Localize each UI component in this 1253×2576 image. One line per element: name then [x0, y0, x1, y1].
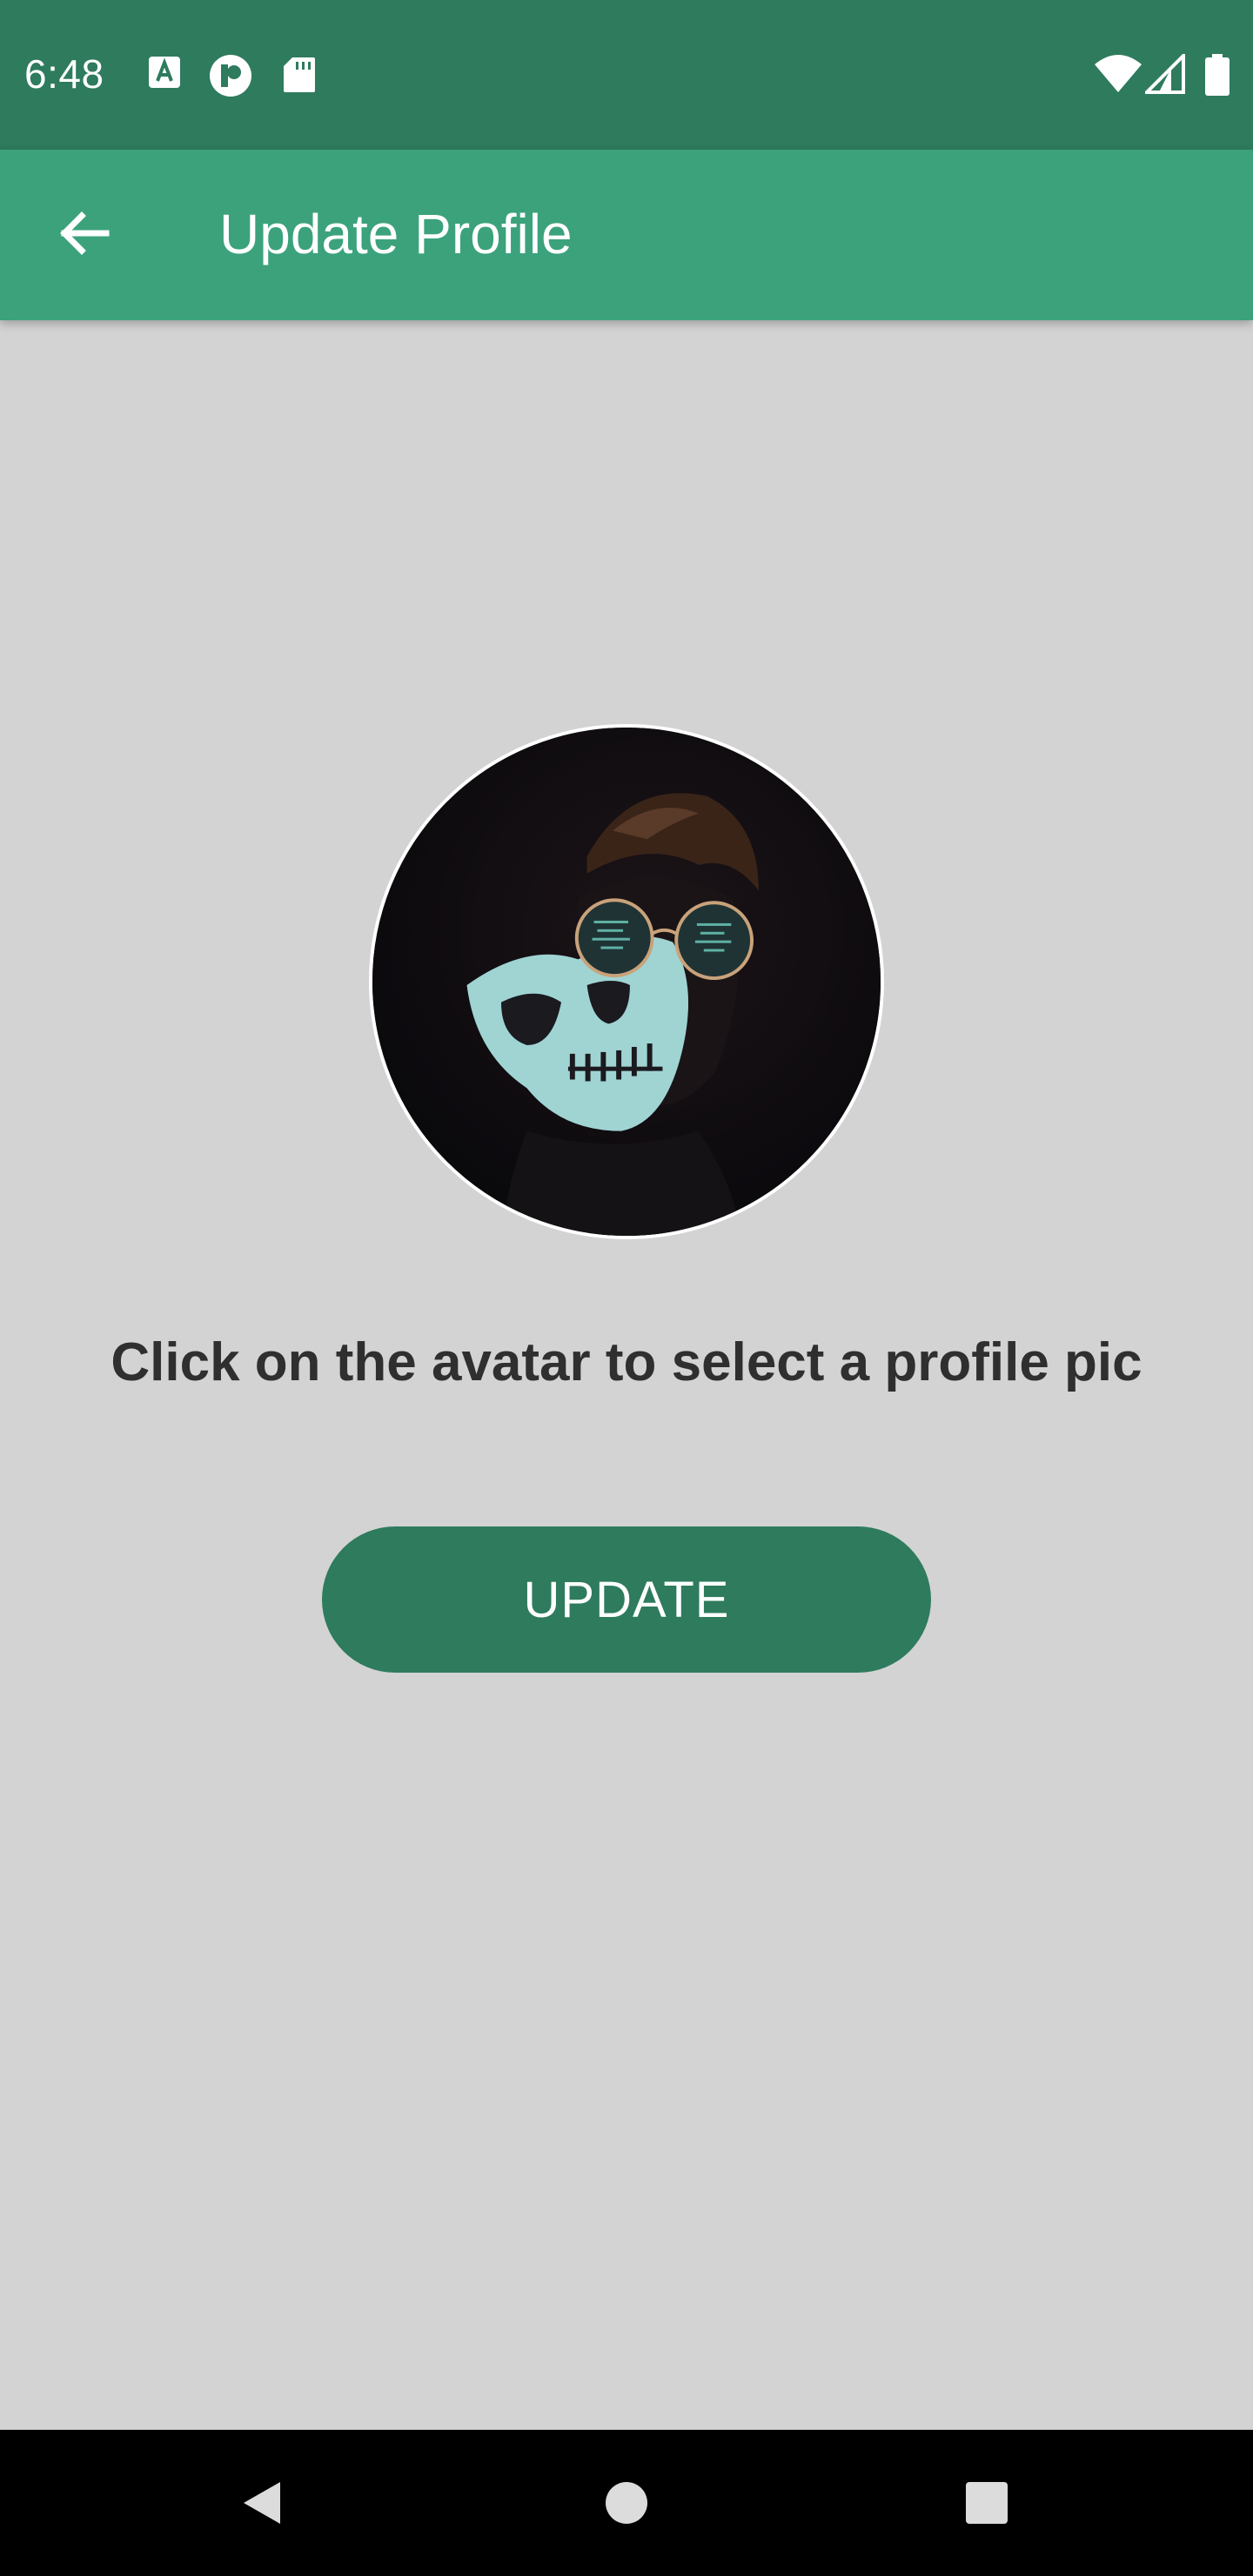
signal-icon — [1142, 51, 1185, 94]
status-time: 6:48 — [24, 51, 104, 97]
p-icon — [209, 54, 252, 97]
update-button[interactable]: UPDATE — [322, 1526, 931, 1673]
status-bar: 6:48 — [0, 0, 1253, 150]
battery-icon — [1204, 54, 1230, 96]
arrow-left-icon — [56, 205, 111, 265]
avatar[interactable] — [369, 724, 884, 1239]
nav-bar — [0, 2430, 1253, 2576]
a-icon — [148, 56, 181, 89]
nav-recents-icon[interactable] — [950, 2466, 1023, 2539]
sd-card-icon — [282, 56, 317, 94]
screen: 6:48 Update Profile Click on the avatar … — [0, 0, 1253, 2576]
page-title: Update Profile — [219, 203, 573, 265]
app-bar: Update Profile — [0, 150, 1253, 320]
wifi-icon — [1093, 54, 1143, 94]
avatar-hint: Click on the avatar to select a profile … — [111, 1332, 1142, 1392]
back-button[interactable] — [38, 190, 129, 280]
nav-back-icon[interactable] — [224, 2466, 298, 2539]
nav-home-icon[interactable] — [590, 2466, 663, 2539]
